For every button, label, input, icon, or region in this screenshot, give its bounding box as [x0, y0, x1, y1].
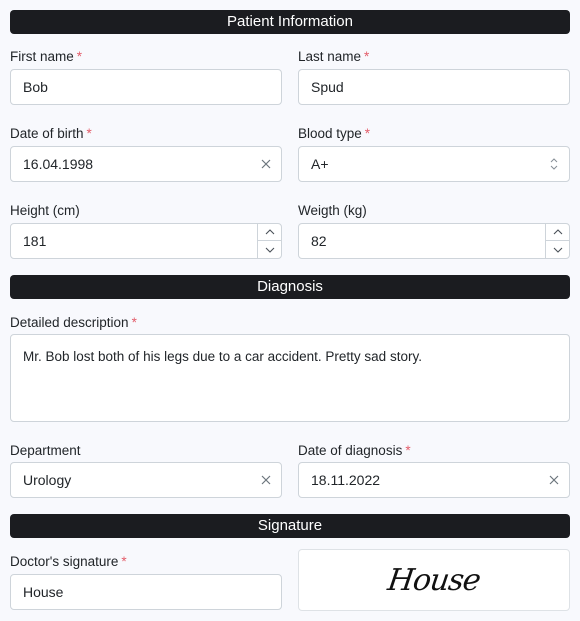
increment-button[interactable]: [258, 224, 281, 241]
doctor-signature-input[interactable]: House: [10, 574, 282, 610]
decrement-button[interactable]: [258, 241, 281, 258]
height-stepper: [257, 224, 281, 258]
doctor-signature-field: Doctor's signature * House: [10, 553, 282, 610]
height-field: Height (cm) 181: [10, 202, 282, 259]
weight-stepper: [545, 224, 569, 258]
date-of-diagnosis-input[interactable]: 18.11.2022: [298, 462, 570, 498]
first-name-input[interactable]: Bob: [10, 69, 282, 105]
weight-field: Weigth (kg) 82: [298, 202, 570, 259]
blood-type-select[interactable]: A+: [298, 146, 570, 182]
department-label: Department: [10, 443, 81, 458]
patient-form: Patient Information First name * Bob Last…: [0, 0, 580, 621]
last-name-label: Last name *: [298, 49, 370, 64]
clear-icon[interactable]: [259, 463, 273, 497]
first-name-field: First name * Bob: [10, 48, 282, 105]
signature-preview: House: [298, 549, 570, 611]
last-name-input[interactable]: Spud: [298, 69, 570, 105]
section-header-patient-information: Patient Information: [10, 10, 570, 34]
date-of-diagnosis-label: Date of diagnosis *: [298, 443, 411, 458]
required-asterisk: *: [86, 126, 92, 141]
required-asterisk: *: [131, 315, 137, 330]
increment-button[interactable]: [546, 224, 569, 241]
chevron-up-icon: [553, 229, 562, 235]
signature-preview-text: House: [385, 562, 483, 598]
required-asterisk: *: [121, 554, 127, 569]
blood-type-label: Blood type *: [298, 126, 371, 141]
first-name-label: First name *: [10, 49, 83, 64]
last-name-field: Last name * Spud: [298, 48, 570, 105]
required-asterisk: *: [76, 49, 83, 64]
department-select[interactable]: Urology: [10, 462, 282, 498]
blood-type-field: Blood type * A+: [298, 125, 570, 182]
height-input[interactable]: 181: [10, 223, 282, 259]
height-label: Height (cm): [10, 203, 80, 218]
description-textarea[interactable]: Mr. Bob lost both of his legs due to a c…: [10, 334, 570, 422]
chevron-up-icon: [265, 229, 274, 235]
chevron-up-down-icon: [547, 147, 561, 181]
date-of-birth-field: Date of birth * 16.04.1998: [10, 125, 282, 182]
decrement-button[interactable]: [546, 241, 569, 258]
weight-label: Weigth (kg): [298, 203, 367, 218]
section-header-diagnosis: Diagnosis: [10, 275, 570, 299]
clear-icon[interactable]: [547, 463, 561, 497]
description-field: Detailed description *: [10, 314, 137, 332]
required-asterisk: *: [364, 126, 371, 141]
required-asterisk: *: [364, 49, 370, 64]
description-label: Detailed description *: [10, 315, 137, 330]
required-asterisk: *: [405, 443, 411, 458]
date-of-birth-input[interactable]: 16.04.1998: [10, 146, 282, 182]
chevron-down-icon: [265, 247, 274, 253]
doctor-signature-label: Doctor's signature *: [10, 554, 127, 569]
weight-input[interactable]: 82: [298, 223, 570, 259]
chevron-down-icon: [553, 247, 562, 253]
date-of-diagnosis-field: Date of diagnosis * 18.11.2022: [298, 442, 570, 498]
section-header-signature: Signature: [10, 514, 570, 538]
date-of-birth-label: Date of birth *: [10, 126, 92, 141]
department-field: Department Urology: [10, 442, 282, 498]
clear-icon[interactable]: [259, 147, 273, 181]
